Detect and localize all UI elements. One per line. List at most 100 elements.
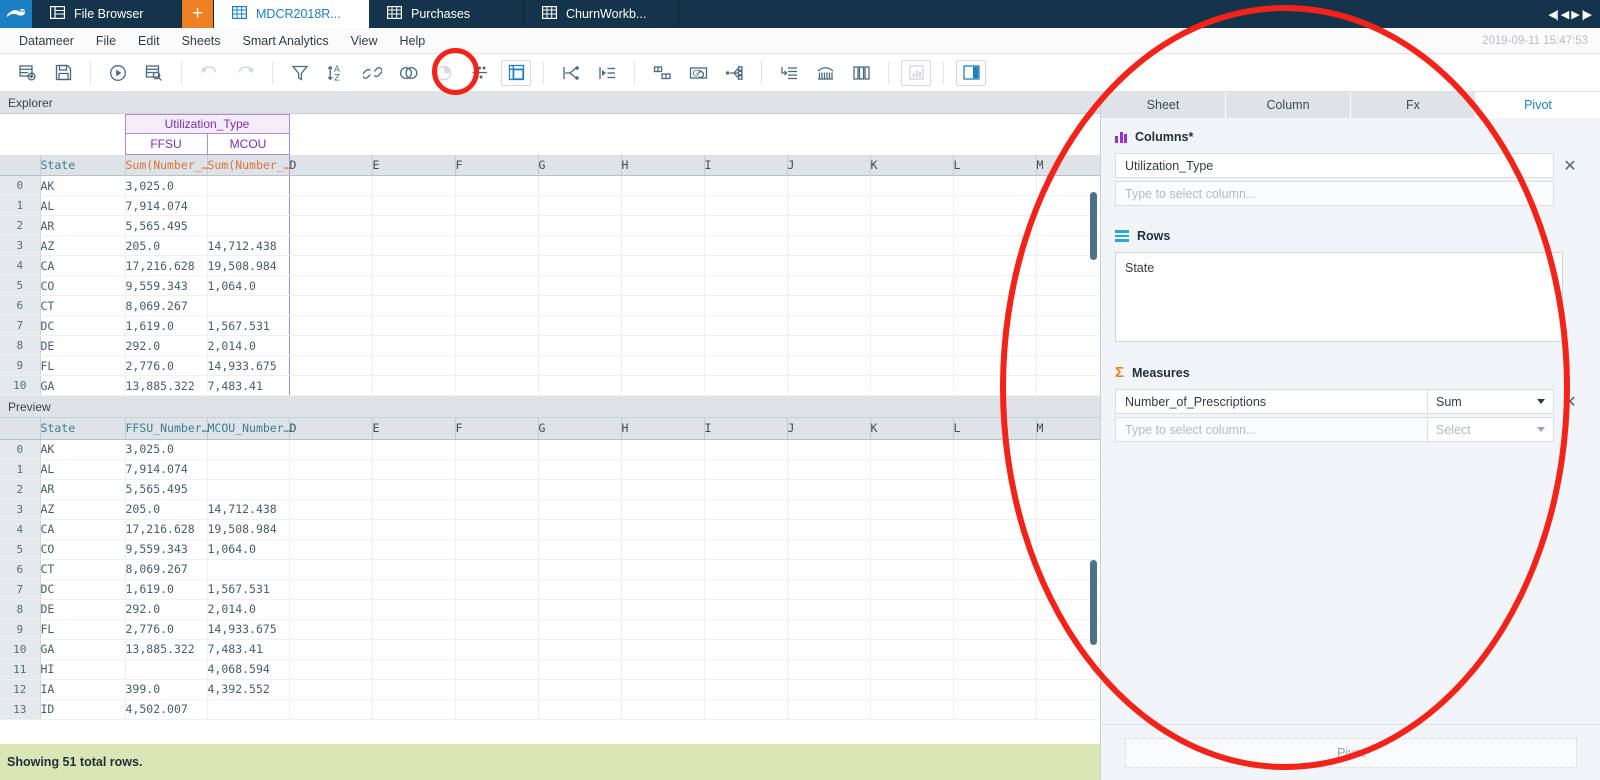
tab-churnworkbook[interactable]: ChurnWorkb...	[524, 0, 679, 28]
preview-col-m[interactable]: M	[1036, 418, 1100, 439]
new-tab-button[interactable]: +	[182, 0, 214, 28]
cell-empty[interactable]	[704, 539, 787, 559]
cell-empty[interactable]	[953, 659, 1036, 679]
cell-empty[interactable]	[455, 276, 538, 296]
cell-empty[interactable]	[372, 539, 455, 559]
cell-empty[interactable]	[787, 276, 870, 296]
cell-empty[interactable]	[372, 296, 455, 316]
cell-empty[interactable]	[621, 619, 704, 639]
cell-empty[interactable]	[870, 316, 953, 336]
cell-state[interactable]: AR	[40, 216, 125, 236]
cell-ffsu[interactable]: 9,559.343	[125, 276, 207, 296]
explorer-col-h[interactable]: H	[621, 155, 704, 176]
cell-ffsu[interactable]: 13,885.322	[125, 639, 207, 659]
cell-empty[interactable]	[787, 559, 870, 579]
cell-empty[interactable]	[455, 439, 538, 459]
preview-col-k[interactable]: K	[870, 418, 953, 439]
cell-empty[interactable]	[787, 499, 870, 519]
distribute-icon[interactable]	[719, 60, 749, 86]
cell-empty[interactable]	[953, 336, 1036, 356]
cell-empty[interactable]	[289, 619, 372, 639]
explorer-col-g[interactable]: G	[538, 155, 621, 176]
cell-state[interactable]: AZ	[40, 236, 125, 256]
cell-mcou[interactable]	[207, 196, 289, 216]
cell-empty[interactable]	[289, 479, 372, 499]
cell-empty[interactable]	[538, 236, 621, 256]
cell-ffsu[interactable]: 8,069.267	[125, 296, 207, 316]
cell-state[interactable]: ID	[40, 699, 125, 719]
cell-ffsu[interactable]: 5,565.495	[125, 216, 207, 236]
flatten-icon[interactable]	[556, 60, 586, 86]
cell-mcou[interactable]: 1,064.0	[207, 276, 289, 296]
cell-empty[interactable]	[704, 679, 787, 699]
cell-empty[interactable]	[621, 459, 704, 479]
cell-empty[interactable]	[538, 539, 621, 559]
cell-mcou[interactable]: 14,712.438	[207, 499, 289, 519]
cell-empty[interactable]	[621, 639, 704, 659]
cell-empty[interactable]	[289, 236, 372, 256]
cell-empty[interactable]	[621, 479, 704, 499]
cell-empty[interactable]	[621, 216, 704, 236]
explorer-col-l[interactable]: L	[953, 155, 1036, 176]
cell-empty[interactable]	[289, 296, 372, 316]
cell-empty[interactable]	[372, 639, 455, 659]
cell-state[interactable]: HI	[40, 659, 125, 679]
run-icon[interactable]	[103, 60, 133, 86]
cell-ffsu[interactable]: 2,776.0	[125, 619, 207, 639]
cell-empty[interactable]	[787, 679, 870, 699]
cell-empty[interactable]	[953, 236, 1036, 256]
cell-empty[interactable]	[621, 579, 704, 599]
cell-empty[interactable]	[621, 599, 704, 619]
cell-empty[interactable]	[455, 376, 538, 396]
cell-ffsu[interactable]: 3,025.0	[125, 176, 207, 196]
preview-col-state[interactable]: State	[40, 418, 125, 439]
cell-empty[interactable]	[787, 376, 870, 396]
cell-mcou[interactable]: 14,933.675	[207, 356, 289, 376]
cell-empty[interactable]	[538, 599, 621, 619]
cell-empty[interactable]	[870, 356, 953, 376]
cell-state[interactable]: DC	[40, 579, 125, 599]
sort-icon[interactable]: AZ	[321, 60, 351, 86]
menu-sheets[interactable]: Sheets	[171, 28, 232, 54]
pivot-apply-button[interactable]: Pivot	[1125, 738, 1577, 768]
cell-mcou[interactable]: 4,068.594	[207, 659, 289, 679]
cell-empty[interactable]	[704, 216, 787, 236]
table-row[interactable]: 0AK3,025.0	[0, 439, 1100, 459]
explorer-col-sum-ffsu[interactable]: Sum(Number_…	[125, 155, 207, 176]
cell-ffsu[interactable]: 205.0	[125, 236, 207, 256]
cell-empty[interactable]	[870, 479, 953, 499]
table-row[interactable]: 6CT8,069.267	[0, 296, 1100, 316]
cell-empty[interactable]	[372, 439, 455, 459]
undo-icon[interactable]	[194, 60, 224, 86]
cell-empty[interactable]	[787, 296, 870, 316]
cell-empty[interactable]	[621, 296, 704, 316]
measure-column-field[interactable]: Number_of_Prescriptions	[1115, 389, 1428, 414]
cell-empty[interactable]	[538, 336, 621, 356]
cell-empty[interactable]	[953, 699, 1036, 719]
cell-empty[interactable]	[372, 256, 455, 276]
cell-empty[interactable]	[870, 659, 953, 679]
cell-empty[interactable]	[870, 679, 953, 699]
cell-empty[interactable]	[704, 236, 787, 256]
preview-col-mcou[interactable]: MCOU_Number…	[207, 418, 289, 439]
cell-empty[interactable]	[787, 699, 870, 719]
cell-empty[interactable]	[621, 196, 704, 216]
cell-empty[interactable]	[289, 599, 372, 619]
last-tab-icon[interactable]: |▶	[1582, 8, 1591, 21]
columns-icon[interactable]	[846, 60, 876, 86]
cell-empty[interactable]	[372, 356, 455, 376]
tab-pivot[interactable]: Pivot	[1476, 92, 1600, 118]
group-icon[interactable]	[429, 60, 459, 86]
cell-empty[interactable]	[787, 579, 870, 599]
cell-empty[interactable]	[870, 459, 953, 479]
cell-state[interactable]: CA	[40, 256, 125, 276]
cell-empty[interactable]	[953, 459, 1036, 479]
cell-empty[interactable]	[704, 479, 787, 499]
cell-state[interactable]: AR	[40, 479, 125, 499]
new-sheet-icon[interactable]	[12, 60, 42, 86]
cell-empty[interactable]	[372, 196, 455, 216]
cell-state[interactable]: AL	[40, 196, 125, 216]
cell-empty[interactable]	[704, 176, 787, 196]
cell-mcou[interactable]	[207, 699, 289, 719]
cell-ffsu[interactable]: 399.0	[125, 679, 207, 699]
